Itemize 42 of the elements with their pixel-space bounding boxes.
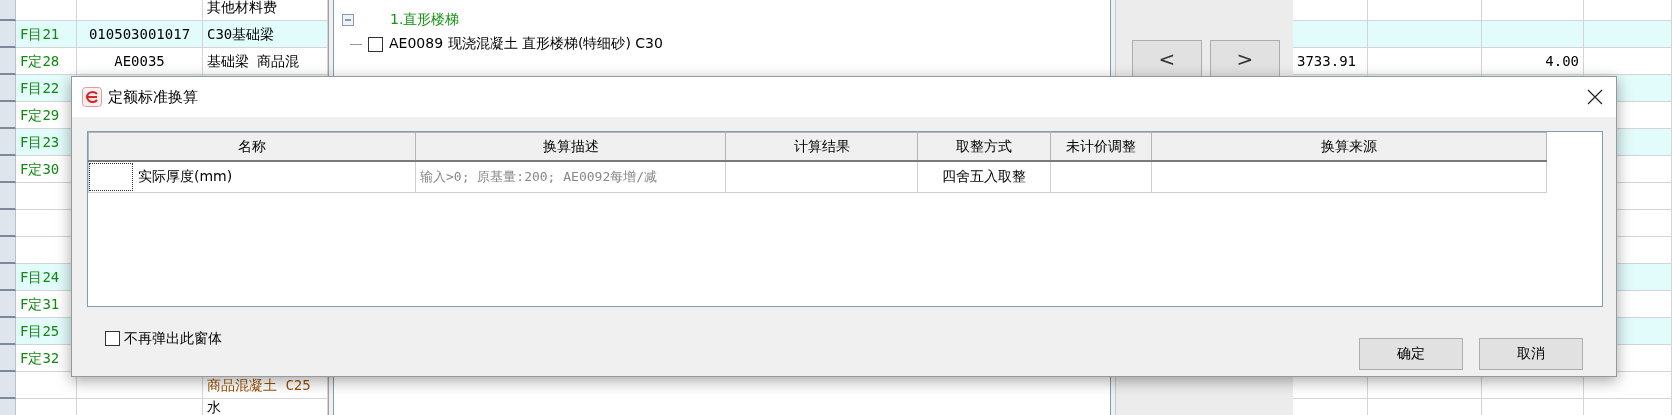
- close-icon[interactable]: [1586, 88, 1604, 106]
- next-button[interactable]: >: [1210, 40, 1280, 78]
- column-header: 取整方式: [917, 132, 1051, 161]
- cancel-button[interactable]: 取消: [1479, 337, 1583, 370]
- table-cell: C30基础梁: [203, 21, 328, 48]
- table-cell: F目22: [16, 75, 77, 102]
- column-header: 换算描述: [415, 132, 726, 161]
- row-header[interactable]: [0, 183, 16, 210]
- dialog-title: 定额标准换算: [108, 87, 199, 107]
- tree-item-label[interactable]: AE0089 现浇混凝土 直形楼梯(特细砂) C30: [389, 35, 663, 53]
- table-cell: 四舍五入取整: [942, 168, 1026, 184]
- row-header[interactable]: [0, 264, 16, 291]
- row-header[interactable]: [0, 237, 16, 264]
- previous-button[interactable]: <: [1132, 40, 1202, 78]
- column-header: 计算结果: [725, 132, 918, 161]
- row-header[interactable]: [0, 345, 16, 372]
- row-header[interactable]: [0, 75, 16, 102]
- confirm-button[interactable]: 确定: [1359, 337, 1463, 370]
- table-cell: F目21: [16, 21, 77, 48]
- checkbox[interactable]: [368, 36, 383, 52]
- row-header[interactable]: [0, 156, 16, 183]
- checkbox[interactable]: [105, 331, 120, 346]
- table-cell: 实际厚度(mm): [138, 168, 233, 186]
- row-header[interactable]: [0, 210, 16, 237]
- row-header[interactable]: [0, 318, 16, 345]
- row-header[interactable]: [0, 48, 16, 75]
- collapse-icon[interactable]: [342, 14, 354, 26]
- column-header: 换算来源: [1151, 132, 1547, 161]
- row-header[interactable]: [0, 21, 16, 48]
- row-header[interactable]: [0, 0, 16, 21]
- column-header: 未计价调整: [1050, 132, 1152, 161]
- row-header[interactable]: [0, 129, 16, 156]
- table-cell: 010503001017: [77, 21, 203, 48]
- checkbox-label[interactable]: 不再弹出此窗体: [124, 329, 222, 348]
- column-header: 名称: [88, 132, 416, 161]
- tree-group-label[interactable]: 1.直形楼梯: [390, 11, 460, 29]
- row-header[interactable]: [0, 291, 16, 318]
- row-header[interactable]: [0, 102, 16, 129]
- row-header[interactable]: [0, 372, 16, 399]
- table-cell: 输入>0; 原基量:200; AE0092每增/减: [420, 169, 658, 184]
- focused-cell[interactable]: [89, 163, 133, 191]
- app-logo-icon: [82, 87, 102, 107]
